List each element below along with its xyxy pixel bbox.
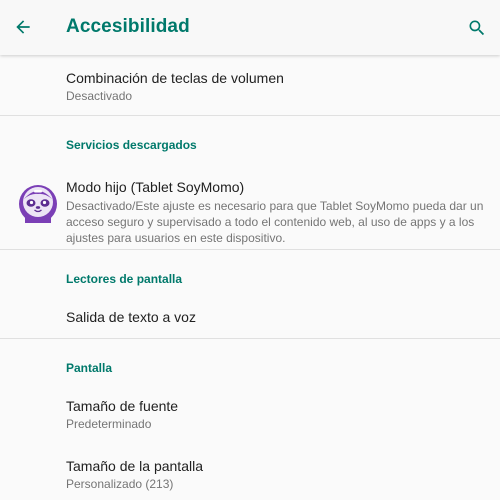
text-to-speech-title: Salida de texto a voz — [66, 309, 196, 325]
volume-keys-subtitle: Desactivado — [66, 89, 133, 103]
display-size-subtitle: Personalizado (213) — [66, 477, 174, 491]
divider — [0, 249, 500, 250]
volume-keys-shortcut-item[interactable]: Combinación de teclas de volumen Desacti… — [0, 55, 500, 115]
display-size-title: Tamaño de la pantalla — [66, 458, 203, 474]
text-to-speech-item[interactable]: Salida de texto a voz — [0, 295, 500, 338]
font-size-subtitle: Predeterminado — [66, 417, 152, 431]
kid-mode-title: Modo hijo (Tablet SoyMomo) — [66, 179, 245, 195]
divider — [0, 338, 500, 339]
kid-mode-description: Desactivado/Este ajuste es necesario par… — [66, 199, 484, 245]
page-title: Accesibilidad — [66, 16, 190, 37]
volume-keys-title: Combinación de teclas de volumen — [66, 70, 284, 86]
section-header-screen-readers: Lectores de pantalla — [66, 272, 183, 286]
search-button[interactable] — [462, 13, 492, 43]
display-size-item[interactable]: Tamaño de la pantalla Personalizado (213… — [0, 445, 500, 500]
app-bar: Accesibilidad — [0, 0, 500, 55]
font-size-title: Tamaño de fuente — [66, 398, 179, 414]
accessibility-settings-screen: Accesibilidad Combinación de teclas de v… — [0, 0, 500, 500]
kid-mode-item[interactable]: Modo hijo (Tablet SoyMomo) Desactivado/E… — [0, 165, 500, 249]
search-icon — [469, 20, 485, 36]
arrow-back-icon — [16, 20, 30, 34]
section-header-display: Pantalla — [66, 361, 113, 375]
font-size-item[interactable]: Tamaño de fuente Predeterminado — [0, 385, 500, 443]
divider — [0, 115, 500, 116]
soymomo-app-icon — [19, 185, 57, 223]
back-button[interactable] — [8, 12, 38, 42]
section-header-downloaded-services: Servicios descargados — [66, 138, 197, 152]
